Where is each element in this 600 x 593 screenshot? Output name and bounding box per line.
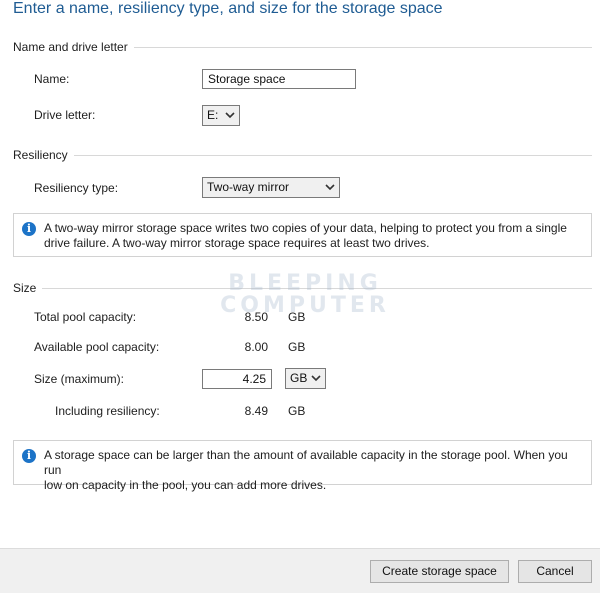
info-line: drive failure. A two-way mirror storage … — [44, 236, 430, 250]
resiliency-info-box: i A two-way mirror storage space writes … — [13, 213, 592, 257]
resiliency-type-select[interactable]: Two-way mirror — [202, 177, 340, 198]
watermark-line: BLEEPING — [228, 271, 382, 296]
drive-letter-value: E: — [207, 108, 219, 122]
info-line: A two-way mirror storage space writes tw… — [44, 221, 567, 235]
size-unit-select[interactable]: GB — [285, 368, 326, 389]
size-maximum-label: Size (maximum): — [34, 372, 125, 386]
page-title: Enter a name, resiliency type, and size … — [13, 0, 443, 17]
total-capacity-label: Total pool capacity: — [34, 310, 137, 324]
create-storage-space-button[interactable]: Create storage space — [370, 560, 509, 583]
section-heading: Resiliency — [13, 148, 74, 162]
total-capacity-value: 8.50 — [244, 310, 268, 324]
available-capacity-unit: GB — [288, 340, 306, 354]
info-line: low on capacity in the pool, you can add… — [44, 478, 327, 492]
info-icon: i — [22, 222, 36, 236]
including-resiliency-unit: GB — [288, 404, 306, 418]
info-text: A two-way mirror storage space writes tw… — [44, 221, 583, 251]
available-capacity-label: Available pool capacity: — [34, 340, 160, 354]
section-heading: Name and drive letter — [13, 40, 134, 54]
chevron-down-icon — [311, 375, 321, 382]
name-label: Name: — [34, 72, 70, 86]
info-text: A storage space can be larger than the a… — [44, 448, 583, 493]
cancel-button[interactable]: Cancel — [518, 560, 592, 583]
footer-bar: Create storage space Cancel — [0, 548, 600, 593]
drive-letter-select[interactable]: E: — [202, 105, 240, 126]
name-input[interactable]: Storage space — [202, 69, 356, 89]
resiliency-type-value: Two-way mirror — [207, 180, 290, 194]
available-capacity-value: 8.00 — [244, 340, 268, 354]
size-unit-value: GB — [290, 371, 308, 385]
resiliency-type-label: Resiliency type: — [34, 181, 119, 195]
size-input[interactable]: 4.25 — [202, 369, 272, 389]
size-info-box: i A storage space can be larger than the… — [13, 440, 592, 492]
chevron-down-icon — [225, 112, 235, 119]
drive-letter-label: Drive letter: — [34, 108, 96, 122]
divider — [13, 155, 592, 156]
including-resiliency-label: Including resiliency: — [55, 404, 160, 418]
name-section-header: Name and drive letter — [13, 40, 592, 56]
including-resiliency-value: 8.49 — [244, 404, 268, 418]
chevron-down-icon — [325, 184, 335, 191]
resiliency-section-header: Resiliency — [13, 148, 592, 164]
section-heading: Size — [13, 281, 43, 295]
info-icon: i — [22, 449, 36, 463]
info-line: A storage space can be larger than the a… — [44, 448, 568, 477]
total-capacity-unit: GB — [288, 310, 306, 324]
